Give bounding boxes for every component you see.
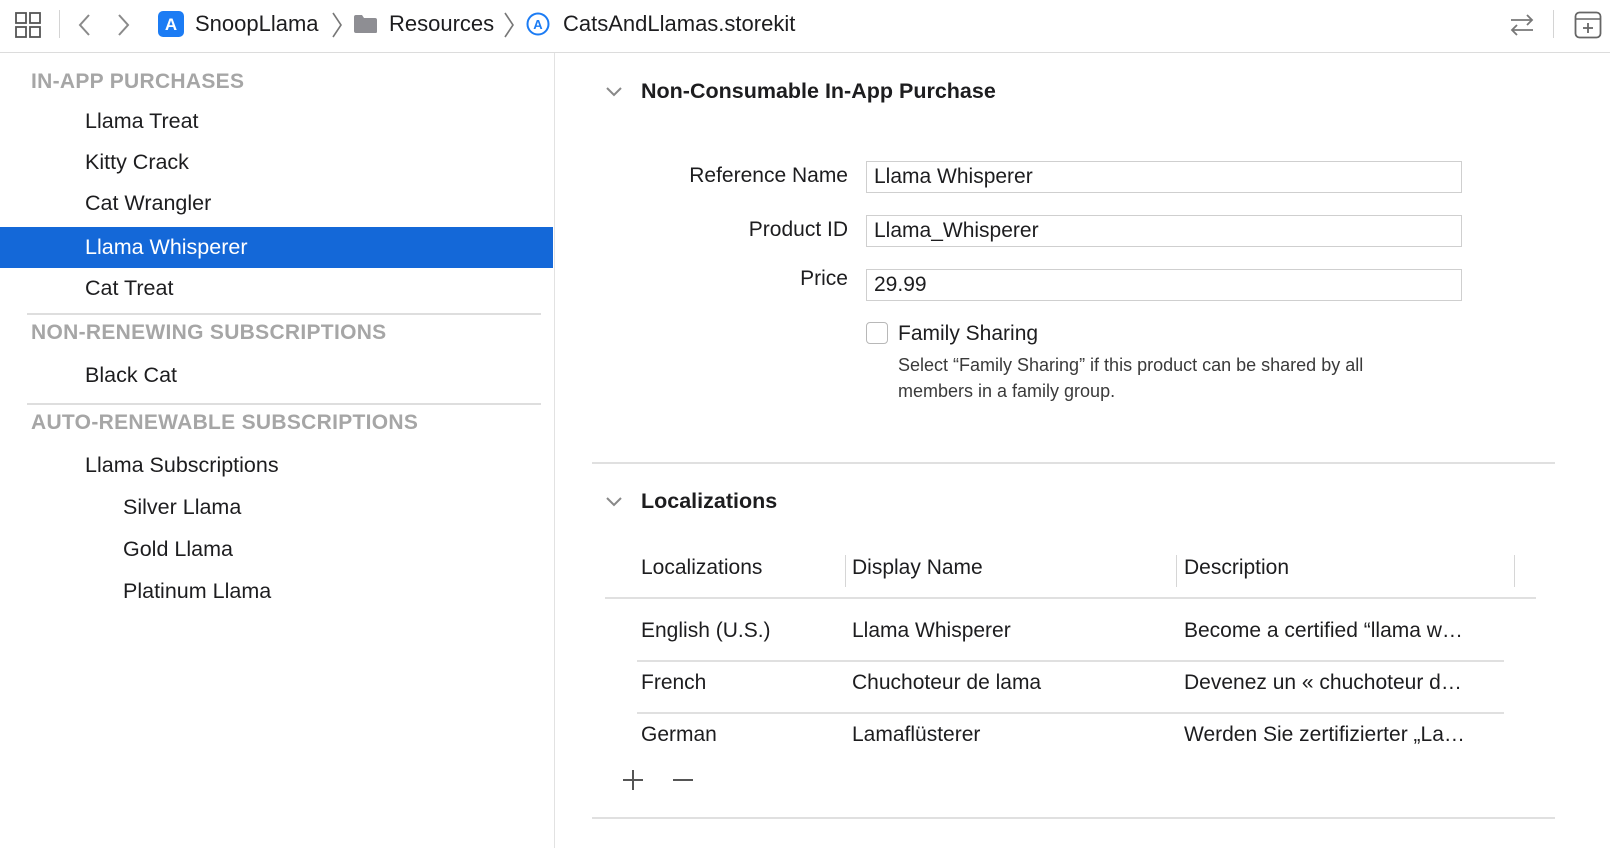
column-separator xyxy=(845,555,846,587)
product-id-label: Product ID xyxy=(748,218,848,241)
add-editor-icon[interactable] xyxy=(1574,11,1602,39)
reference-name-field[interactable]: Llama Whisperer xyxy=(866,161,1462,193)
svg-text:A: A xyxy=(533,17,543,32)
section-title-localizations: Localizations xyxy=(641,489,778,513)
sidebar-item-llama-treat[interactable]: Llama Treat xyxy=(0,101,553,142)
family-sharing-help-line2: members in a family group. xyxy=(898,381,1116,401)
family-sharing-label[interactable]: Family Sharing xyxy=(898,322,1038,346)
reference-name-label: Reference Name xyxy=(689,164,848,187)
sidebar-item-kitty-crack[interactable]: Kitty Crack xyxy=(0,142,553,183)
section-divider xyxy=(592,462,1555,464)
cell-display-name: Chuchoteur de lama xyxy=(852,671,1042,694)
section-title-product: Non-Consumable In-App Purchase xyxy=(641,79,996,103)
cell-description: Become a certified “llama w… xyxy=(1184,619,1463,642)
table-header-divider xyxy=(605,597,1536,599)
sidebar-item-black-cat[interactable]: Black Cat xyxy=(0,355,553,396)
cell-description: Devenez un « chuchoteur d… xyxy=(1184,671,1462,694)
row-divider xyxy=(637,660,1504,662)
column-header-description[interactable]: Description xyxy=(1184,556,1289,580)
related-items-grid-icon[interactable] xyxy=(15,12,42,39)
cell-display-name: Llama Whisperer xyxy=(852,619,1011,642)
remove-minus-icon[interactable] xyxy=(670,767,696,793)
app-project-icon: A xyxy=(158,11,184,37)
sidebar-section-header: AUTO-RENEWABLE SUBSCRIPTIONS xyxy=(31,411,419,434)
row-divider xyxy=(637,712,1504,714)
toolbar-divider xyxy=(59,10,60,38)
forward-chevron-icon[interactable] xyxy=(115,13,131,37)
column-header-localizations[interactable]: Localizations xyxy=(641,556,762,580)
sidebar-item-cat-treat[interactable]: Cat Treat xyxy=(0,268,553,309)
sidebar-item-gold-llama[interactable]: Gold Llama xyxy=(0,529,553,570)
sidebar-section-header: IN-APP PURCHASES xyxy=(31,70,245,93)
breadcrumb-separator-icon xyxy=(504,12,514,38)
svg-text:A: A xyxy=(165,15,177,34)
breadcrumb-file[interactable]: CatsAndLlamas.storekit xyxy=(563,0,795,48)
column-header-display-name[interactable]: Display Name xyxy=(852,556,983,580)
folder-icon xyxy=(354,15,377,33)
sidebar: IN-APP PURCHASES Llama Treat Kitty Crack… xyxy=(0,53,555,848)
family-sharing-help-line1: Select “Family Sharing” if this product … xyxy=(898,355,1364,375)
sidebar-item-platinum-llama[interactable]: Platinum Llama xyxy=(0,571,553,612)
sidebar-item-llama-whisperer[interactable]: Llama Whisperer xyxy=(0,227,553,268)
price-label: Price xyxy=(800,267,848,290)
add-plus-icon[interactable] xyxy=(620,767,646,793)
chevron-down-icon[interactable] xyxy=(603,81,625,103)
cell-display-name: Lamaflüsterer xyxy=(852,723,981,746)
family-sharing-checkbox[interactable] xyxy=(866,322,888,344)
cell-locale: German xyxy=(641,723,717,746)
product-id-field[interactable]: Llama_Whisperer xyxy=(866,215,1462,247)
cell-locale: French xyxy=(641,671,707,694)
sidebar-section-header: NON-RENEWING SUBSCRIPTIONS xyxy=(31,321,387,344)
breadcrumb-project[interactable]: SnoopLlama xyxy=(195,0,319,48)
storekit-file-icon: A xyxy=(526,12,550,36)
column-separator xyxy=(1514,555,1515,587)
cell-locale: English (U.S.) xyxy=(641,619,771,642)
breadcrumb-folder[interactable]: Resources xyxy=(389,0,494,48)
back-chevron-icon[interactable] xyxy=(77,13,93,37)
column-separator xyxy=(1176,555,1177,587)
section-divider xyxy=(592,817,1555,819)
swap-arrows-icon[interactable] xyxy=(1508,11,1536,39)
sidebar-divider xyxy=(27,313,541,315)
sidebar-item-silver-llama[interactable]: Silver Llama xyxy=(0,487,553,528)
cell-description: Werden Sie zertifizierter „La… xyxy=(1184,723,1465,746)
toolbar-divider xyxy=(1553,10,1554,38)
chevron-down-icon[interactable] xyxy=(603,491,625,513)
price-field[interactable]: 29.99 xyxy=(866,269,1462,301)
sidebar-item-cat-wrangler[interactable]: Cat Wrangler xyxy=(0,183,553,224)
sidebar-divider xyxy=(27,403,541,405)
toolbar: A SnoopLlama Resources A CatsAndLlamas.s… xyxy=(0,0,1610,53)
sidebar-item-llama-subscriptions[interactable]: Llama Subscriptions xyxy=(0,445,553,486)
breadcrumb-separator-icon xyxy=(332,12,342,38)
